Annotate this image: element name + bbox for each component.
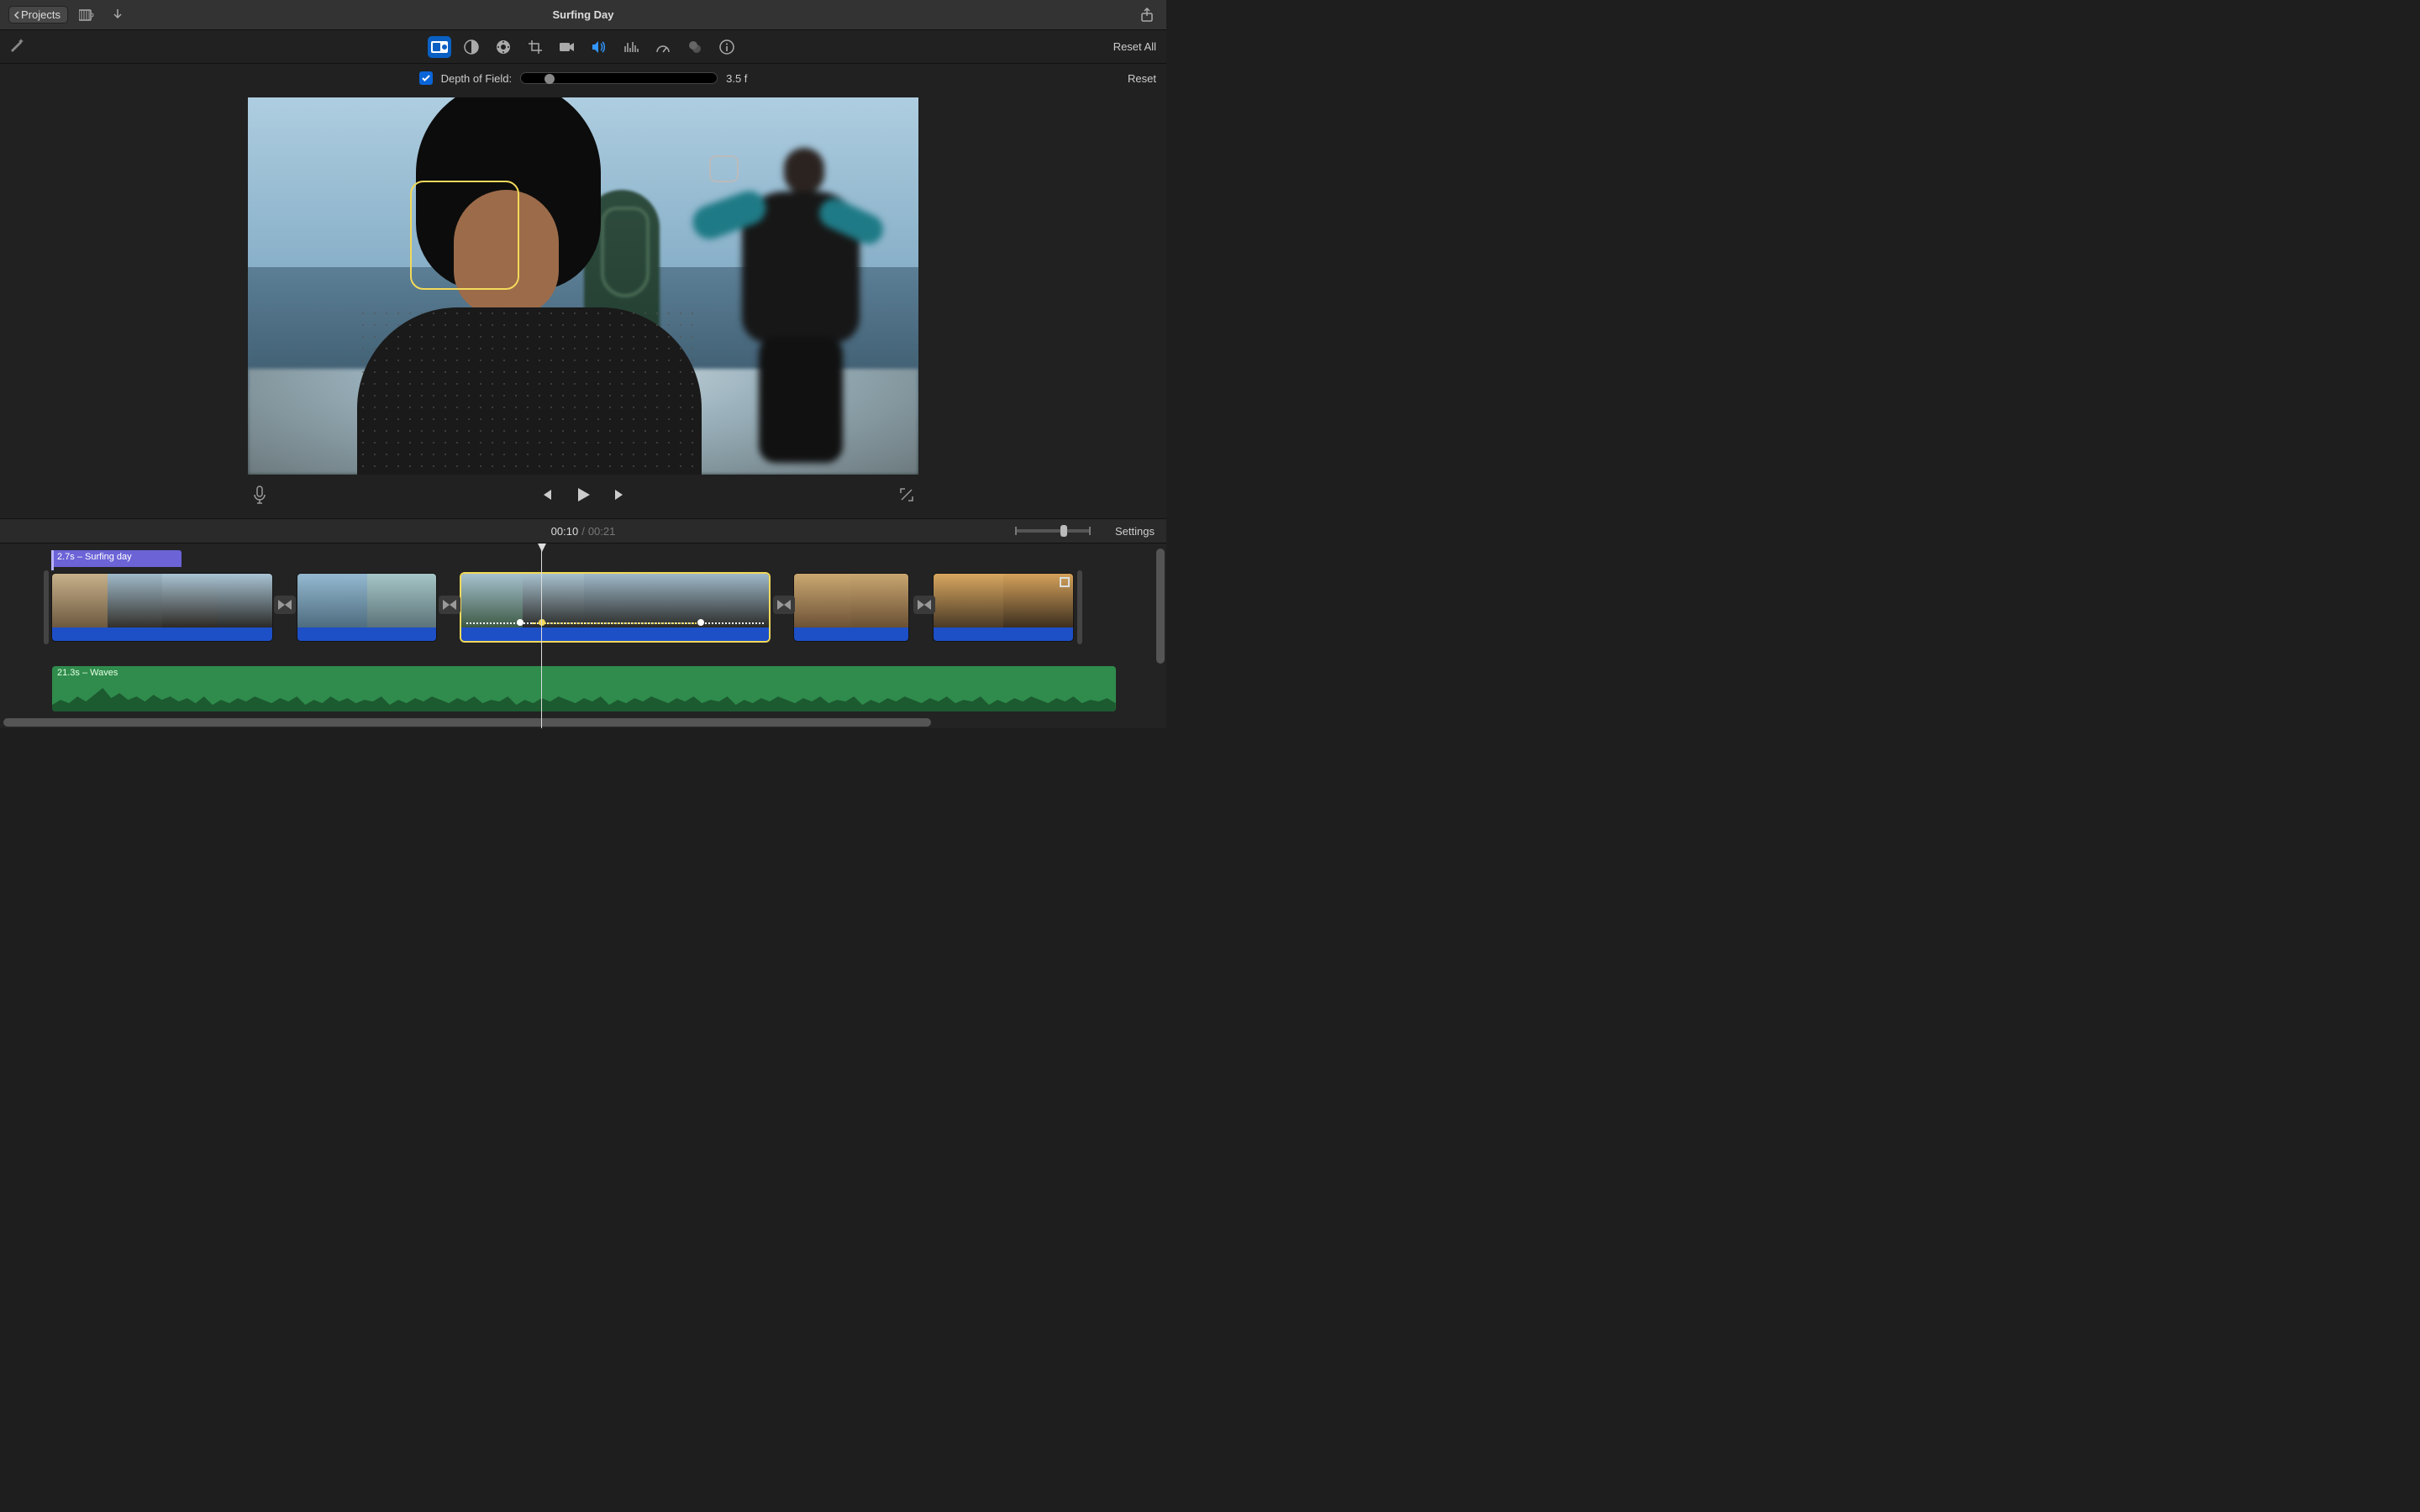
depth-of-field-checkbox[interactable] [419,71,433,85]
keyframe-active[interactable] [539,619,545,626]
video-preview[interactable] [248,97,918,475]
audio-clip[interactable]: 21.3s – Waves [52,666,1116,711]
clip-filter-tool-button[interactable] [683,36,707,58]
zoom-knob[interactable] [1060,525,1067,537]
video-clip-4[interactable] [794,574,908,641]
play-button[interactable] [574,486,592,508]
video-clip-1[interactable] [52,574,272,641]
horizontal-scrollbar[interactable] [3,718,1163,727]
keyframe[interactable] [517,619,523,626]
keyframe-track[interactable] [466,621,764,626]
video-clip-3-selected[interactable] [461,574,769,641]
timeline-settings-button[interactable]: Settings [1115,525,1155,538]
check-icon [421,73,431,83]
timeline[interactable]: 2.7s – Surfing day [0,543,1166,728]
cinematic-tool-button[interactable] [428,36,451,58]
timeline-start-bracket[interactable] [44,570,49,644]
projects-label: Projects [21,8,60,21]
scrollbar-thumb[interactable] [1156,549,1165,664]
speed-tool-button[interactable] [651,36,675,58]
title-clip[interactable]: 2.7s – Surfing day [52,550,182,567]
primary-focus-box[interactable] [410,181,519,290]
secondary-focus-box[interactable] [709,155,739,182]
back-to-projects-button[interactable]: Projects [8,6,68,24]
share-button[interactable] [1136,4,1158,26]
reset-all-button[interactable]: Reset All [1113,40,1156,53]
info-tool-button[interactable] [715,36,739,58]
clip-end-marker [1060,577,1070,587]
total-time: 00:21 [588,525,616,538]
timeline-end-bracket[interactable] [1077,570,1082,644]
noise-reduction-tool-button[interactable] [619,36,643,58]
transition-icon[interactable] [274,596,296,614]
waveform [52,680,1116,711]
fullscreen-button[interactable] [900,488,913,506]
f-stop-value: 3.5 f [726,72,747,85]
transition-icon[interactable] [913,596,935,614]
video-clip-5[interactable] [934,574,1073,641]
reset-button[interactable]: Reset [1128,72,1156,85]
audio-clip-label: 21.3s – Waves [57,668,118,678]
keyframe[interactable] [697,619,704,626]
color-balance-tool-button[interactable] [460,36,483,58]
color-correction-tool-button[interactable] [492,36,515,58]
project-title: Surfing Day [553,8,614,21]
depth-of-field-label: Depth of Field: [441,72,513,85]
video-clip-2[interactable] [297,574,436,641]
enhance-wand-button[interactable] [8,36,25,57]
current-time: 00:10 [551,525,579,538]
transition-icon[interactable] [773,596,795,614]
stabilization-tool-button[interactable] [555,36,579,58]
next-frame-button[interactable] [613,487,628,507]
vertical-scrollbar[interactable] [1156,549,1165,713]
playhead[interactable] [541,543,542,728]
chevron-left-icon [13,11,21,19]
timeline-zoom-slider[interactable] [1015,529,1091,533]
volume-tool-button[interactable] [587,36,611,58]
voiceover-button[interactable] [253,486,266,508]
depth-of-field-slider[interactable] [520,72,718,84]
download-button[interactable] [107,4,129,26]
crop-tool-button[interactable] [523,36,547,58]
previous-frame-button[interactable] [539,487,554,507]
slider-knob[interactable] [544,74,555,84]
scrollbar-thumb[interactable] [3,718,931,727]
transition-icon[interactable] [439,596,460,614]
media-import-button[interactable] [76,4,98,26]
